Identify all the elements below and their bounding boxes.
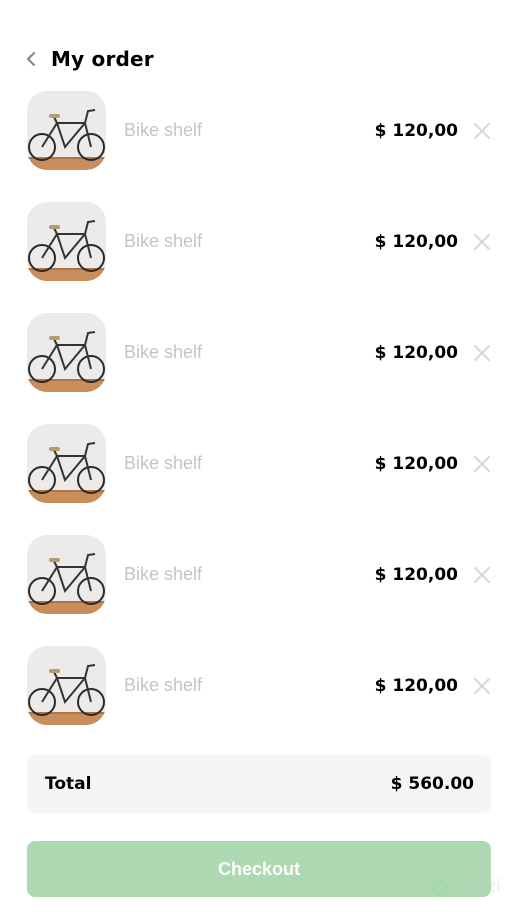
item-price: $ 120,00 xyxy=(374,120,458,141)
item-name: Bike shelf xyxy=(124,453,203,473)
item-name: Bike shelf xyxy=(124,675,203,695)
close-icon[interactable] xyxy=(472,676,492,696)
product-image xyxy=(27,646,106,725)
item-price: $ 120,00 xyxy=(374,231,458,252)
product-image xyxy=(27,202,106,281)
order-item: Bike shelf $ 120,00 xyxy=(27,646,492,725)
close-icon[interactable] xyxy=(472,121,492,141)
total-label: Total xyxy=(45,774,92,794)
item-name: Bike shelf xyxy=(124,342,203,362)
item-name: Bike shelf xyxy=(124,564,203,584)
item-price: $ 120,00 xyxy=(374,342,458,363)
platzi-watermark: Platzi xyxy=(428,876,500,898)
item-price: $ 120,00 xyxy=(374,675,458,696)
item-price: $ 120,00 xyxy=(374,564,458,585)
product-image xyxy=(27,313,106,392)
order-item: Bike shelf $ 120,00 xyxy=(27,535,492,614)
order-item: Bike shelf $ 120,00 xyxy=(27,313,492,392)
my-order-screen: My order Bike shelf $ 120,00 Bike shelf … xyxy=(0,0,517,913)
total-value: $ 560.00 xyxy=(390,774,474,794)
product-image xyxy=(27,91,106,170)
product-image xyxy=(27,424,106,503)
order-item: Bike shelf $ 120,00 xyxy=(27,202,492,281)
product-image xyxy=(27,535,106,614)
platzi-logo-icon xyxy=(428,876,450,898)
order-list: Bike shelf $ 120,00 Bike shelf $ 120,00 … xyxy=(27,91,492,757)
chevron-left-icon[interactable] xyxy=(24,50,38,68)
close-icon[interactable] xyxy=(472,565,492,585)
close-icon[interactable] xyxy=(472,454,492,474)
item-name: Bike shelf xyxy=(124,120,203,140)
page-title: My order xyxy=(51,47,154,71)
header: My order xyxy=(24,44,154,74)
watermark-text: Platzi xyxy=(454,876,501,897)
close-icon[interactable] xyxy=(472,343,492,363)
order-item: Bike shelf $ 120,00 xyxy=(27,424,492,503)
item-name: Bike shelf xyxy=(124,231,203,251)
close-icon[interactable] xyxy=(472,232,492,252)
checkout-button[interactable]: Checkout xyxy=(27,841,491,897)
order-item: Bike shelf $ 120,00 xyxy=(27,91,492,170)
order-total: Total $ 560.00 xyxy=(27,755,491,813)
item-price: $ 120,00 xyxy=(374,453,458,474)
